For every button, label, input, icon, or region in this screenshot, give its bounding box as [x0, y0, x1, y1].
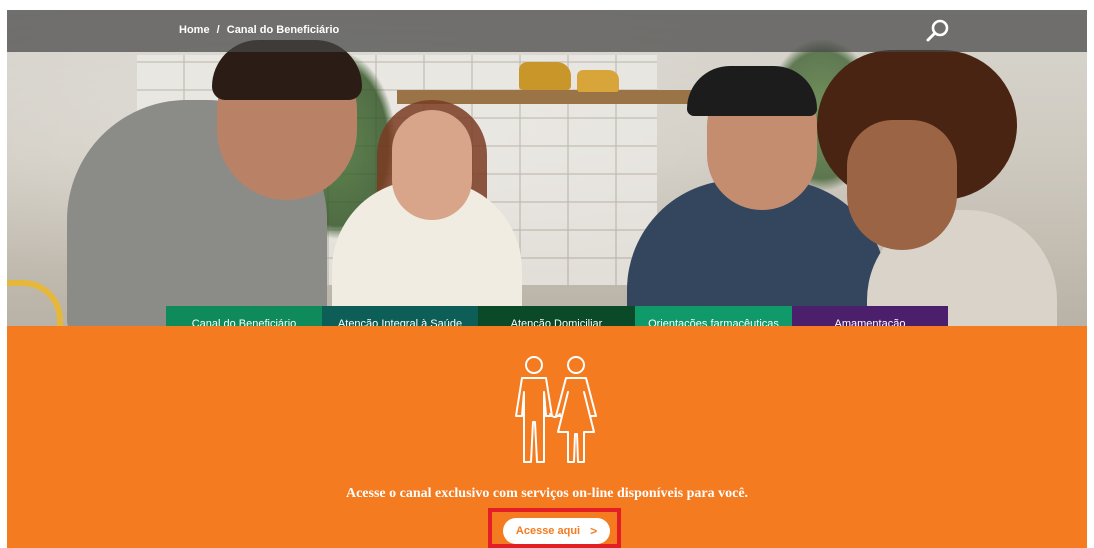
couple-icon	[515, 356, 597, 463]
search-button[interactable]	[925, 18, 951, 44]
breadcrumb: Home / Canal do Beneficiário	[179, 24, 339, 36]
cta-label: Acesse aqui	[515, 525, 581, 537]
breadcrumb-home-link[interactable]: Home	[179, 24, 210, 36]
hero-person	[687, 66, 817, 116]
acesse-aqui-button[interactable]: Acesse aqui >	[503, 518, 610, 544]
hero-person	[392, 110, 472, 220]
breadcrumb-current: Canal do Beneficiário	[226, 24, 340, 36]
hero-image	[7, 10, 1087, 326]
breadcrumb-separator: /	[216, 24, 220, 36]
panel-tagline: Acesse o canal exclusivo com serviços on…	[345, 486, 749, 501]
hero-chair	[7, 280, 63, 326]
search-icon	[926, 19, 949, 42]
hero-gold-figure	[577, 70, 619, 92]
top-bar: Home / Canal do Beneficiário	[7, 10, 1087, 52]
hero-gold-figure	[519, 62, 571, 90]
hero-person	[847, 120, 957, 250]
chevron-right-icon: >	[590, 524, 598, 538]
